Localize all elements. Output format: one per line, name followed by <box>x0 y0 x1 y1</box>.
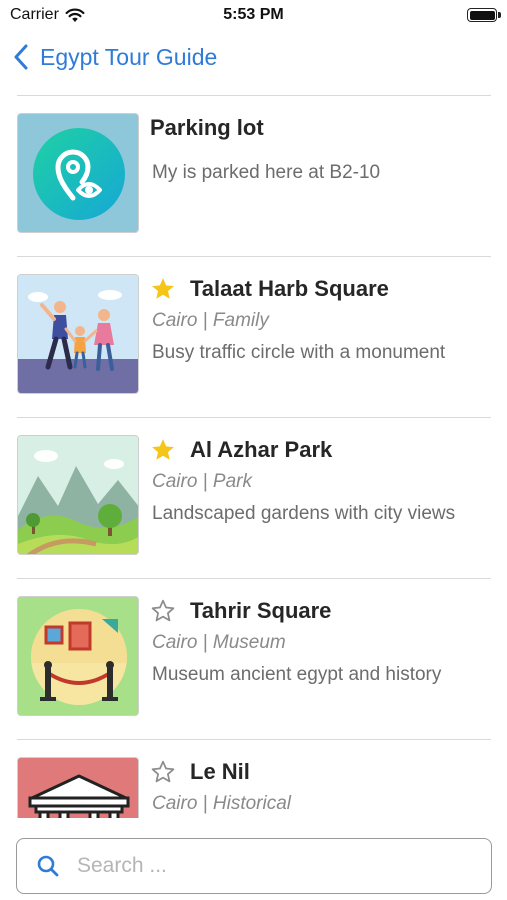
item-description: My is parked here at B2-10 <box>152 162 381 183</box>
item-subtitle: Cairo | Park <box>152 471 252 492</box>
item-title-wrap: Al Azhar Park <box>150 437 332 463</box>
item-subtitle: Cairo | Family <box>152 310 269 331</box>
list-item-al-azhar-park[interactable]: Al Azhar Park Cairo | Park Landscaped ga… <box>0 418 507 578</box>
list-item-parking-lot[interactable]: Parking lot My is parked here at B2-10 <box>0 96 507 256</box>
item-description: Landscaped gardens with city views <box>152 503 456 524</box>
list-item-tahrir-square[interactable]: Tahrir Square Cairo | Museum Museum anci… <box>0 579 507 739</box>
item-title: Le Nil <box>190 759 250 784</box>
item-title-wrap: Le Nil <box>150 759 250 785</box>
star-outline-icon[interactable] <box>150 598 176 624</box>
star-filled-icon[interactable] <box>150 437 176 463</box>
item-description: Museum ancient egypt and history <box>152 664 442 685</box>
places-list[interactable]: Parking lot My is parked here at B2-10 T… <box>0 96 507 818</box>
item-subtitle: Cairo | Historical <box>152 793 292 814</box>
item-title-wrap: Tahrir Square <box>150 598 331 624</box>
battery-tip <box>498 12 501 18</box>
item-title: Al Azhar Park <box>190 437 333 462</box>
museum-gallery-icon <box>17 596 139 716</box>
item-title: Parking lot <box>150 115 264 140</box>
back-button[interactable]: Egypt Tour Guide <box>10 40 217 74</box>
star-outline-icon[interactable] <box>150 759 176 785</box>
family-walk-icon <box>17 274 139 394</box>
location-eye-icon <box>17 113 139 233</box>
search-icon <box>35 853 61 879</box>
item-title-wrap: Parking lot <box>150 115 264 141</box>
item-description: Busy traffic circle with a monument <box>152 342 446 363</box>
park-landscape-icon <box>17 435 139 555</box>
clock: 5:53 PM <box>223 6 284 23</box>
item-title: Talaat Harb Square <box>190 276 389 301</box>
list-item-talaat-harb-square[interactable]: Talaat Harb Square Cairo | Family Busy t… <box>0 257 507 417</box>
item-title-wrap: Talaat Harb Square <box>150 276 389 302</box>
battery-icon <box>467 8 501 22</box>
star-filled-icon[interactable] <box>150 276 176 302</box>
item-title: Tahrir Square <box>190 598 332 623</box>
search-input[interactable] <box>77 854 477 878</box>
status-bar: Carrier 5:53 PM <box>0 0 507 32</box>
item-subtitle: Cairo | Museum <box>152 632 286 653</box>
temple-icon <box>17 757 139 818</box>
battery-level <box>469 10 495 20</box>
list-item-le-nil[interactable]: Le Nil Cairo | Historical <box>0 740 507 818</box>
navigation-bar: Egypt Tour Guide <box>0 36 507 80</box>
search-bar[interactable] <box>16 838 492 894</box>
chevron-left-icon <box>10 40 32 74</box>
back-label: Egypt Tour Guide <box>40 43 218 70</box>
